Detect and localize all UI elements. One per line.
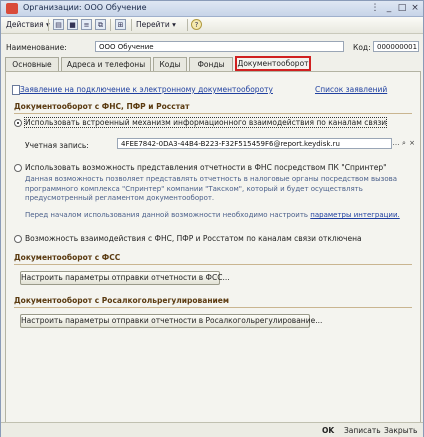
ral-settings-button[interactable]: Настроить параметры отправки отчетности … — [20, 314, 322, 328]
section-divider — [14, 264, 412, 265]
section-fss-title: Документооборот с ФСС — [14, 253, 121, 262]
account-label: Учетная запись: — [25, 141, 89, 150]
code-label: Код: — [353, 43, 371, 52]
radio-disabled-label[interactable]: Возможность взаимодействия с ФНС, ПФР и … — [25, 234, 362, 243]
tab-addresses[interactable]: Адреса и телефоны — [61, 57, 151, 71]
sprinter-desc-line: предусмотренный регламентом документообо… — [25, 194, 215, 202]
integration-settings-link[interactable]: параметры интеграции. — [310, 211, 399, 219]
section-ral-title: Документооборот с Росалкогольрегулирован… — [14, 296, 229, 305]
tab-funds[interactable]: Фонды — [189, 57, 233, 71]
section-fns-title: Документооборот с ФНС, ПФР и Росстат — [14, 102, 190, 111]
applications-list-link[interactable]: Список заявлений — [315, 85, 387, 94]
structure-icon[interactable]: ⊞ — [115, 19, 126, 30]
section-divider — [14, 113, 412, 114]
radio-builtin-label[interactable]: Использовать встроенный механизм информа… — [23, 117, 388, 128]
radio-sprinter[interactable] — [14, 164, 22, 172]
radio-sprinter-label[interactable]: Использовать возможность представления о… — [25, 163, 387, 172]
save-button[interactable]: Записать — [344, 426, 381, 435]
radio-builtin[interactable] — [14, 119, 22, 127]
window-title: Организации: ООО Обучение — [23, 3, 147, 12]
form-footer: OK Записать Закрыть — [1, 422, 423, 437]
menu-icon[interactable]: ⋮ — [369, 2, 381, 14]
close-icon[interactable]: × — [409, 2, 421, 14]
help-icon[interactable]: ? — [191, 19, 202, 30]
actions-menu[interactable]: Действия ▾ — [6, 19, 50, 31]
toolbar: Действия ▾ ▤ ■ ≡ ⧉ ⊞ Перейти ▾ ? — [1, 17, 423, 34]
apply-edoc-link[interactable]: Заявление на подключение к электронному … — [20, 85, 273, 94]
ok-button[interactable]: OK — [322, 426, 334, 435]
toolbar-separator — [131, 19, 132, 31]
tab-edoc[interactable]: Документооборот — [235, 56, 311, 71]
select-icon[interactable]: … — [392, 139, 400, 148]
title-bar: Организации: ООО Обучение ⋮ _ □ × — [1, 1, 423, 17]
goto-label: Перейти — [136, 20, 170, 29]
maximize-icon[interactable]: □ — [396, 2, 408, 14]
edoc-panel: Заявление на подключение к электронному … — [5, 71, 421, 423]
tab-codes[interactable]: Коды — [153, 57, 187, 71]
toolbar-separator — [48, 19, 49, 31]
close-button[interactable]: Закрыть — [384, 426, 417, 435]
reread-icon[interactable]: ≡ — [81, 19, 92, 30]
sprinter-note: Перед началом использования данной возмо… — [25, 211, 400, 221]
toolbar-separator — [110, 19, 111, 31]
clear-icon[interactable]: × — [408, 139, 416, 148]
toolbar-separator — [187, 19, 188, 31]
sprinter-note-text: Перед началом использования данной возмо… — [25, 211, 309, 219]
section-divider — [14, 307, 412, 308]
goto-menu[interactable]: Перейти ▾ — [136, 19, 176, 31]
sprinter-desc-line: программного комплекса "Спринтер" компан… — [25, 184, 363, 193]
save-icon[interactable]: ■ — [67, 19, 78, 30]
account-input[interactable]: 4FEE7842-0DA3-44B4-B223-F32F515459F6@rep… — [117, 138, 392, 149]
name-label: Наименование: — [6, 43, 67, 52]
save-close-icon[interactable]: ▤ — [53, 19, 64, 30]
copy-icon[interactable]: ⧉ — [95, 19, 106, 30]
actions-label: Действия — [6, 20, 44, 29]
fss-settings-button[interactable]: Настроить параметры отправки отчетности … — [20, 271, 230, 285]
radio-disabled[interactable] — [14, 235, 22, 243]
sprinter-description: Данная возможность позволяет представлят… — [25, 175, 397, 204]
name-input[interactable]: ООО Обучение — [95, 41, 344, 52]
sprinter-desc-line: Данная возможность позволяет представлят… — [25, 175, 398, 183]
app-icon — [6, 3, 18, 14]
organization-window: Организации: ООО Обучение ⋮ _ □ × Действ… — [0, 0, 424, 437]
code-input[interactable]: 000000001 — [373, 41, 419, 52]
tab-main[interactable]: Основные — [5, 57, 59, 71]
document-icon — [12, 85, 20, 95]
minimize-icon[interactable]: _ — [383, 2, 395, 14]
search-icon[interactable]: ⌕ — [400, 139, 408, 148]
